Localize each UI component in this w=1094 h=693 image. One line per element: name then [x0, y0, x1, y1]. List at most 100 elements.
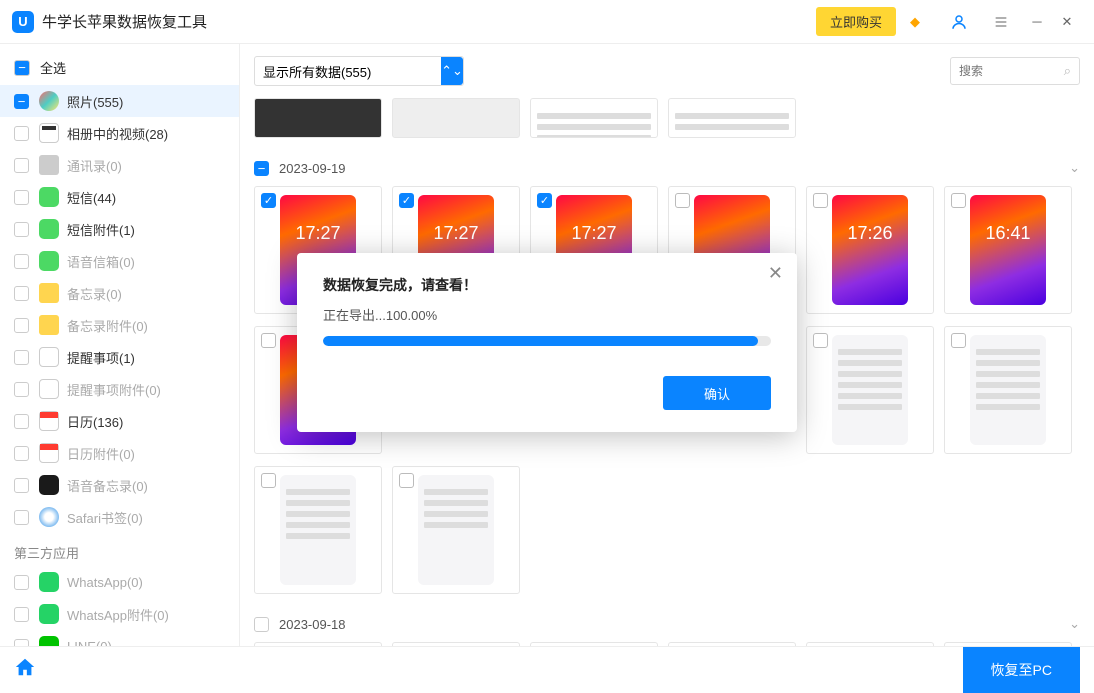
- sidebar-item[interactable]: LINE(0): [0, 630, 239, 646]
- sidebar-item[interactable]: 备忘录附件(0): [0, 309, 239, 341]
- thumb-checkbox[interactable]: [399, 473, 414, 488]
- close-button[interactable]: ✕: [1052, 7, 1082, 37]
- completion-modal: ✕ 数据恢复完成，请查看！ 正在导出...100.00% 确认: [297, 253, 797, 432]
- thumb-checkbox[interactable]: [261, 333, 276, 348]
- date-label: 2023-09-19: [279, 161, 346, 176]
- thumb-checkbox[interactable]: [813, 193, 828, 208]
- thumbnail[interactable]: [254, 642, 382, 646]
- item-checkbox[interactable]: [14, 607, 29, 622]
- thumb-checkbox[interactable]: ✓: [261, 193, 276, 208]
- thumbnail[interactable]: [254, 466, 382, 594]
- thumbnail[interactable]: [944, 642, 1072, 646]
- thumbnail[interactable]: [806, 326, 934, 454]
- date-checkbox[interactable]: [254, 617, 269, 632]
- date-group-header[interactable]: 2023-09-18 ⌄: [254, 606, 1080, 642]
- thumbnail[interactable]: [668, 642, 796, 646]
- chevron-down-icon[interactable]: ⌄: [1069, 160, 1080, 176]
- select-all[interactable]: − 全选: [0, 50, 239, 85]
- category-icon: [39, 475, 59, 495]
- dropdown-arrow-icon: ⌃⌄: [441, 57, 463, 85]
- item-checkbox[interactable]: [14, 126, 29, 141]
- item-checkbox[interactable]: [14, 382, 29, 397]
- sidebar-item[interactable]: −照片(555): [0, 85, 239, 117]
- sidebar-item[interactable]: 短信(44): [0, 181, 239, 213]
- item-label: LINE(0): [67, 639, 112, 647]
- item-checkbox[interactable]: [14, 190, 29, 205]
- sidebar-item[interactable]: Safari书签(0): [0, 501, 239, 533]
- thumb-checkbox[interactable]: ✓: [399, 193, 414, 208]
- item-checkbox[interactable]: [14, 478, 29, 493]
- thumbnail[interactable]: [668, 98, 796, 138]
- thumb-checkbox[interactable]: [951, 333, 966, 348]
- thumb-checkbox[interactable]: [951, 193, 966, 208]
- item-label: 通讯录(0): [67, 156, 122, 175]
- sidebar-item[interactable]: 通讯录(0): [0, 149, 239, 181]
- sidebar-item[interactable]: 日历附件(0): [0, 437, 239, 469]
- thumbnail[interactable]: [392, 98, 520, 138]
- sidebar-item[interactable]: 语音信箱(0): [0, 245, 239, 277]
- minimize-button[interactable]: ─: [1022, 7, 1052, 37]
- date-group-header[interactable]: − 2023-09-19 ⌄: [254, 150, 1080, 186]
- item-checkbox[interactable]: [14, 575, 29, 590]
- date-checkbox[interactable]: −: [254, 161, 269, 176]
- sidebar-item[interactable]: WhatsApp(0): [0, 566, 239, 598]
- item-checkbox[interactable]: [14, 158, 29, 173]
- sidebar-item[interactable]: 短信附件(1): [0, 213, 239, 245]
- item-label: 短信(44): [67, 188, 116, 207]
- modal-ok-button[interactable]: 确认: [663, 376, 771, 410]
- sidebar-item[interactable]: WhatsApp附件(0): [0, 598, 239, 630]
- thumb-checkbox[interactable]: [261, 473, 276, 488]
- footer: 恢复至PC: [0, 646, 1094, 692]
- item-label: 日历(136): [67, 412, 123, 431]
- thumbnail[interactable]: [392, 466, 520, 594]
- thumbnail[interactable]: [944, 326, 1072, 454]
- thumbnail[interactable]: [392, 642, 520, 646]
- buy-now-button[interactable]: 立即购买: [816, 7, 896, 36]
- sidebar: − 全选 −照片(555)相册中的视频(28) 通讯录(0) 短信(44) 短信附件(…: [0, 44, 240, 646]
- item-checkbox[interactable]: [14, 350, 29, 365]
- item-label: 提醒事项附件(0): [67, 380, 161, 399]
- home-button[interactable]: [14, 656, 36, 684]
- item-checkbox[interactable]: [14, 254, 29, 269]
- item-checkbox[interactable]: [14, 639, 29, 647]
- search-box[interactable]: ⌕: [950, 57, 1080, 85]
- modal-subtitle: 正在导出...100.00%: [323, 305, 771, 324]
- search-input[interactable]: [959, 64, 1064, 78]
- thumbnail[interactable]: 16:41: [944, 186, 1072, 314]
- item-label: WhatsApp附件(0): [67, 605, 169, 624]
- sidebar-item[interactable]: 提醒事项(1): [0, 341, 239, 373]
- sidebar-item[interactable]: 语音备忘录(0): [0, 469, 239, 501]
- thumbnail[interactable]: [530, 642, 658, 646]
- user-icon[interactable]: [946, 9, 972, 35]
- item-checkbox[interactable]: −: [14, 94, 29, 109]
- thumb-checkbox[interactable]: [675, 193, 690, 208]
- category-icon: [39, 347, 59, 367]
- category-icon: [39, 187, 59, 207]
- item-checkbox[interactable]: [14, 414, 29, 429]
- item-label: 语音备忘录(0): [67, 476, 148, 495]
- item-checkbox[interactable]: [14, 222, 29, 237]
- filter-dropdown[interactable]: 显示所有数据(555) ⌃⌄: [254, 56, 464, 86]
- app-logo: U: [12, 11, 34, 33]
- thumbnail[interactable]: 17:26: [806, 186, 934, 314]
- diamond-icon[interactable]: ◆: [902, 9, 928, 35]
- thumbnail[interactable]: [806, 642, 934, 646]
- menu-icon[interactable]: [988, 9, 1014, 35]
- category-icon: [39, 251, 59, 271]
- modal-close-button[interactable]: ✕: [768, 263, 783, 284]
- sidebar-item[interactable]: 相册中的视频(28): [0, 117, 239, 149]
- thumb-checkbox[interactable]: ✓: [537, 193, 552, 208]
- chevron-down-icon[interactable]: ⌄: [1069, 616, 1080, 632]
- thumb-checkbox[interactable]: [813, 333, 828, 348]
- thumbnail[interactable]: [530, 98, 658, 138]
- sidebar-item[interactable]: 提醒事项附件(0): [0, 373, 239, 405]
- item-checkbox[interactable]: [14, 446, 29, 461]
- item-checkbox[interactable]: [14, 318, 29, 333]
- item-checkbox[interactable]: [14, 510, 29, 525]
- recover-to-pc-button[interactable]: 恢复至PC: [963, 647, 1080, 693]
- sidebar-item[interactable]: 备忘录(0): [0, 277, 239, 309]
- item-checkbox[interactable]: [14, 286, 29, 301]
- sidebar-item[interactable]: 日历(136): [0, 405, 239, 437]
- select-all-checkbox[interactable]: −: [14, 60, 30, 76]
- thumbnail[interactable]: [254, 98, 382, 138]
